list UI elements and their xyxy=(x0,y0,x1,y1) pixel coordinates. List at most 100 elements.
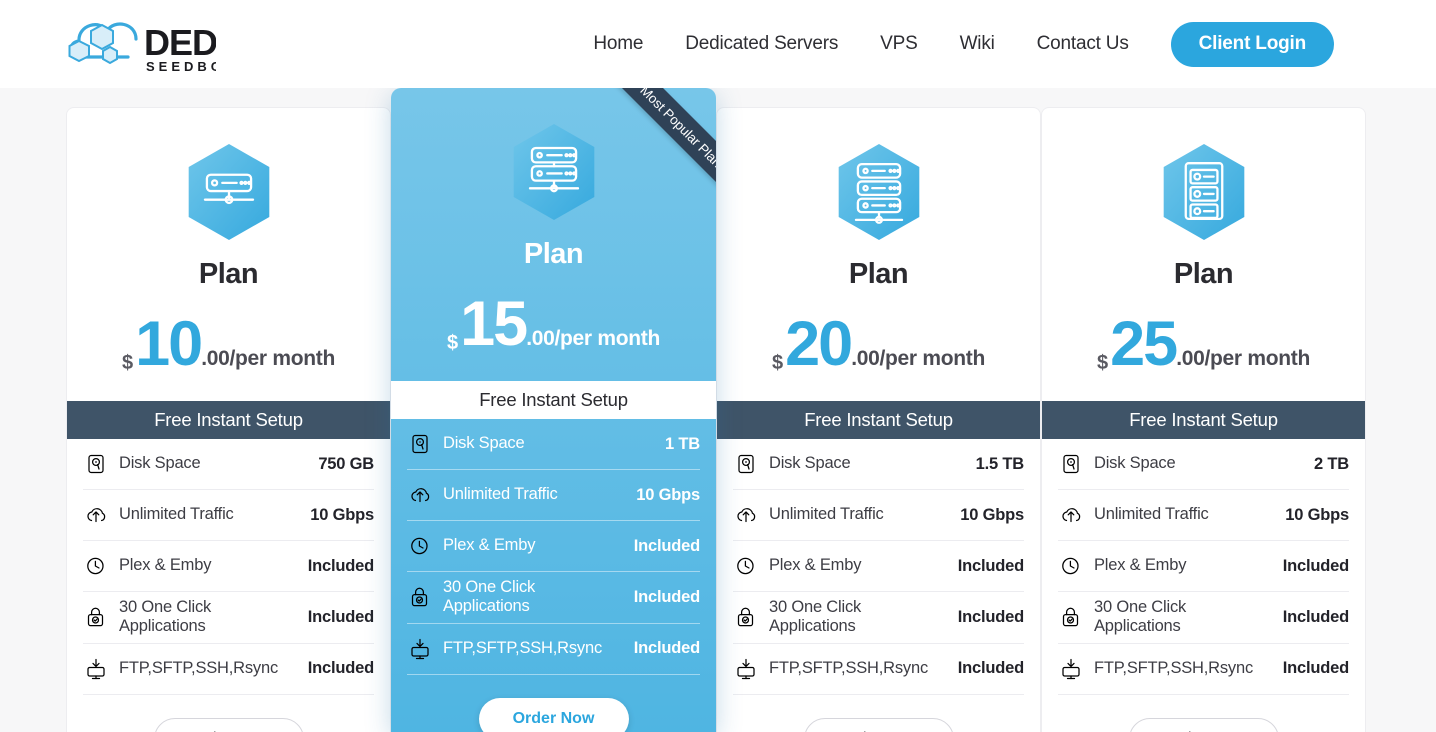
nav-item-contact-us[interactable]: Contact Us xyxy=(1037,33,1129,55)
nav-item-wiki[interactable]: Wiki xyxy=(960,33,995,55)
feature-row: FTP,SFTP,SSH,Rsync Included xyxy=(407,624,700,675)
plan-icon xyxy=(1042,108,1365,256)
feature-label: Plex & Emby xyxy=(769,556,862,575)
feature-icon xyxy=(733,658,759,680)
order-now-button[interactable]: Order Now xyxy=(1128,717,1279,732)
feature-row: Disk Space 1 TB xyxy=(407,419,700,470)
feature-row: FTP,SFTP,SSH,Rsync Included xyxy=(733,644,1024,695)
cta-container: Order Now xyxy=(67,695,390,732)
price-period: .00/per month xyxy=(526,327,660,350)
feature-label: 30 One Click Applications xyxy=(1094,598,1187,636)
feature-value: Included xyxy=(633,587,700,606)
feature-label: FTP,SFTP,SSH,Rsync xyxy=(443,639,602,658)
feature-value: Included xyxy=(633,639,700,658)
feature-row: 30 One Click Applications Included xyxy=(1058,592,1349,644)
feature-value: 10 Gbps xyxy=(1285,505,1349,524)
feature-icon xyxy=(83,504,109,526)
nav-item-home[interactable]: Home xyxy=(593,33,643,55)
feature-icon xyxy=(733,504,759,526)
feature-icon xyxy=(1058,453,1084,475)
feature-value: 750 GB xyxy=(318,454,374,473)
price-period: .00/per month xyxy=(201,347,335,370)
feature-value: Included xyxy=(307,659,374,678)
order-now-button[interactable]: Order Now xyxy=(803,717,954,732)
feature-icon xyxy=(407,433,433,455)
feature-value: 10 Gbps xyxy=(636,485,700,504)
feature-icon xyxy=(83,453,109,475)
feature-row: Plex & Emby Included xyxy=(733,541,1024,592)
order-now-button[interactable]: Order Now xyxy=(478,697,629,732)
feature-row: Unlimited Traffic 10 Gbps xyxy=(83,490,374,541)
feature-icon xyxy=(1058,606,1084,628)
lock-check-icon xyxy=(1062,608,1079,627)
lock-check-icon xyxy=(737,608,754,627)
lock-check-icon xyxy=(87,608,104,627)
feature-icon xyxy=(83,606,109,628)
feature-value: 1.5 TB xyxy=(975,454,1025,473)
hard-drive-icon xyxy=(412,434,428,454)
feature-value: Included xyxy=(1282,607,1349,626)
feature-row: Unlimited Traffic 10 Gbps xyxy=(733,490,1024,541)
feature-icon xyxy=(733,606,759,628)
feature-label: Disk Space xyxy=(119,454,201,473)
price-currency: $ xyxy=(447,332,459,354)
plan-title: Plan xyxy=(1173,258,1234,290)
cta-container: Order Now xyxy=(717,695,1040,732)
feature-value: Included xyxy=(957,659,1024,678)
nav-item-vps[interactable]: VPS xyxy=(880,33,918,55)
client-login-button[interactable]: Client Login xyxy=(1170,21,1334,67)
feature-icon xyxy=(83,555,109,577)
order-now-button[interactable]: Order Now xyxy=(153,717,304,732)
hard-drive-icon xyxy=(88,454,104,474)
feature-label: FTP,SFTP,SSH,Rsync xyxy=(119,659,278,678)
feature-icon xyxy=(83,658,109,680)
site-logo[interactable]: DEDI SEEDBOX xyxy=(66,13,366,75)
plan-price: $ 15 .00/per month xyxy=(391,293,716,365)
free-setup-bar: Free Instant Setup xyxy=(67,401,390,439)
feature-label: Plex & Emby xyxy=(443,536,536,555)
svg-text:SEEDBOX: SEEDBOX xyxy=(146,59,216,74)
hard-drive-icon xyxy=(738,454,754,474)
feature-list: Disk Space 750 GB Unlimited Traffic 10 G… xyxy=(67,439,390,695)
svg-text:DEDI: DEDI xyxy=(144,22,216,63)
feature-label: 30 One Click Applications xyxy=(769,598,862,636)
feature-value: Included xyxy=(957,607,1024,626)
feature-value: 10 Gbps xyxy=(310,505,374,524)
feature-row: Unlimited Traffic 10 Gbps xyxy=(1058,490,1349,541)
feature-row: Disk Space 750 GB xyxy=(83,439,374,490)
clock-icon xyxy=(411,537,428,555)
feature-icon xyxy=(1058,555,1084,577)
pricing-plans-section: Plan $ 10 .00/per month Free Instant Set… xyxy=(0,88,1436,732)
feature-icon xyxy=(407,586,433,608)
download-monitor-icon xyxy=(87,658,105,680)
clock-icon xyxy=(737,557,754,575)
pricing-card: Plan $ 25 .00/per month Free Instant Set… xyxy=(1041,107,1366,732)
server-double-icon xyxy=(513,124,594,220)
plan-title: Plan xyxy=(523,238,584,270)
server-single-icon xyxy=(188,144,269,240)
feature-icon xyxy=(407,484,433,506)
feature-row: Unlimited Traffic 10 Gbps xyxy=(407,470,700,521)
plan-title: Plan xyxy=(198,258,259,290)
feature-row: Plex & Emby Included xyxy=(83,541,374,592)
feature-value: Included xyxy=(307,556,374,575)
free-setup-bar: Free Instant Setup xyxy=(717,401,1040,439)
feature-label: 30 One Click Applications xyxy=(443,578,536,616)
feature-icon xyxy=(407,638,433,660)
download-monitor-icon xyxy=(1062,658,1080,680)
cloud-upload-icon xyxy=(737,508,756,523)
plan-price: $ 25 .00/per month xyxy=(1042,313,1365,385)
pricing-card: Most Popular Plan Plan $ 15 .00/per mont… xyxy=(391,88,716,732)
feature-label: Unlimited Traffic xyxy=(769,505,884,524)
feature-label: Plex & Emby xyxy=(119,556,212,575)
free-setup-bar: Free Instant Setup xyxy=(391,381,716,419)
feature-label: 30 One Click Applications xyxy=(119,598,212,636)
feature-label: FTP,SFTP,SSH,Rsync xyxy=(1094,659,1253,678)
feature-row: Plex & Emby Included xyxy=(407,521,700,572)
plan-title: Plan xyxy=(848,258,909,290)
cloud-upload-icon xyxy=(87,508,106,523)
feature-label: Unlimited Traffic xyxy=(1094,505,1209,524)
feature-value: Included xyxy=(1282,659,1349,678)
feature-row: FTP,SFTP,SSH,Rsync Included xyxy=(83,644,374,695)
nav-item-dedicated-servers[interactable]: Dedicated Servers xyxy=(685,33,838,55)
